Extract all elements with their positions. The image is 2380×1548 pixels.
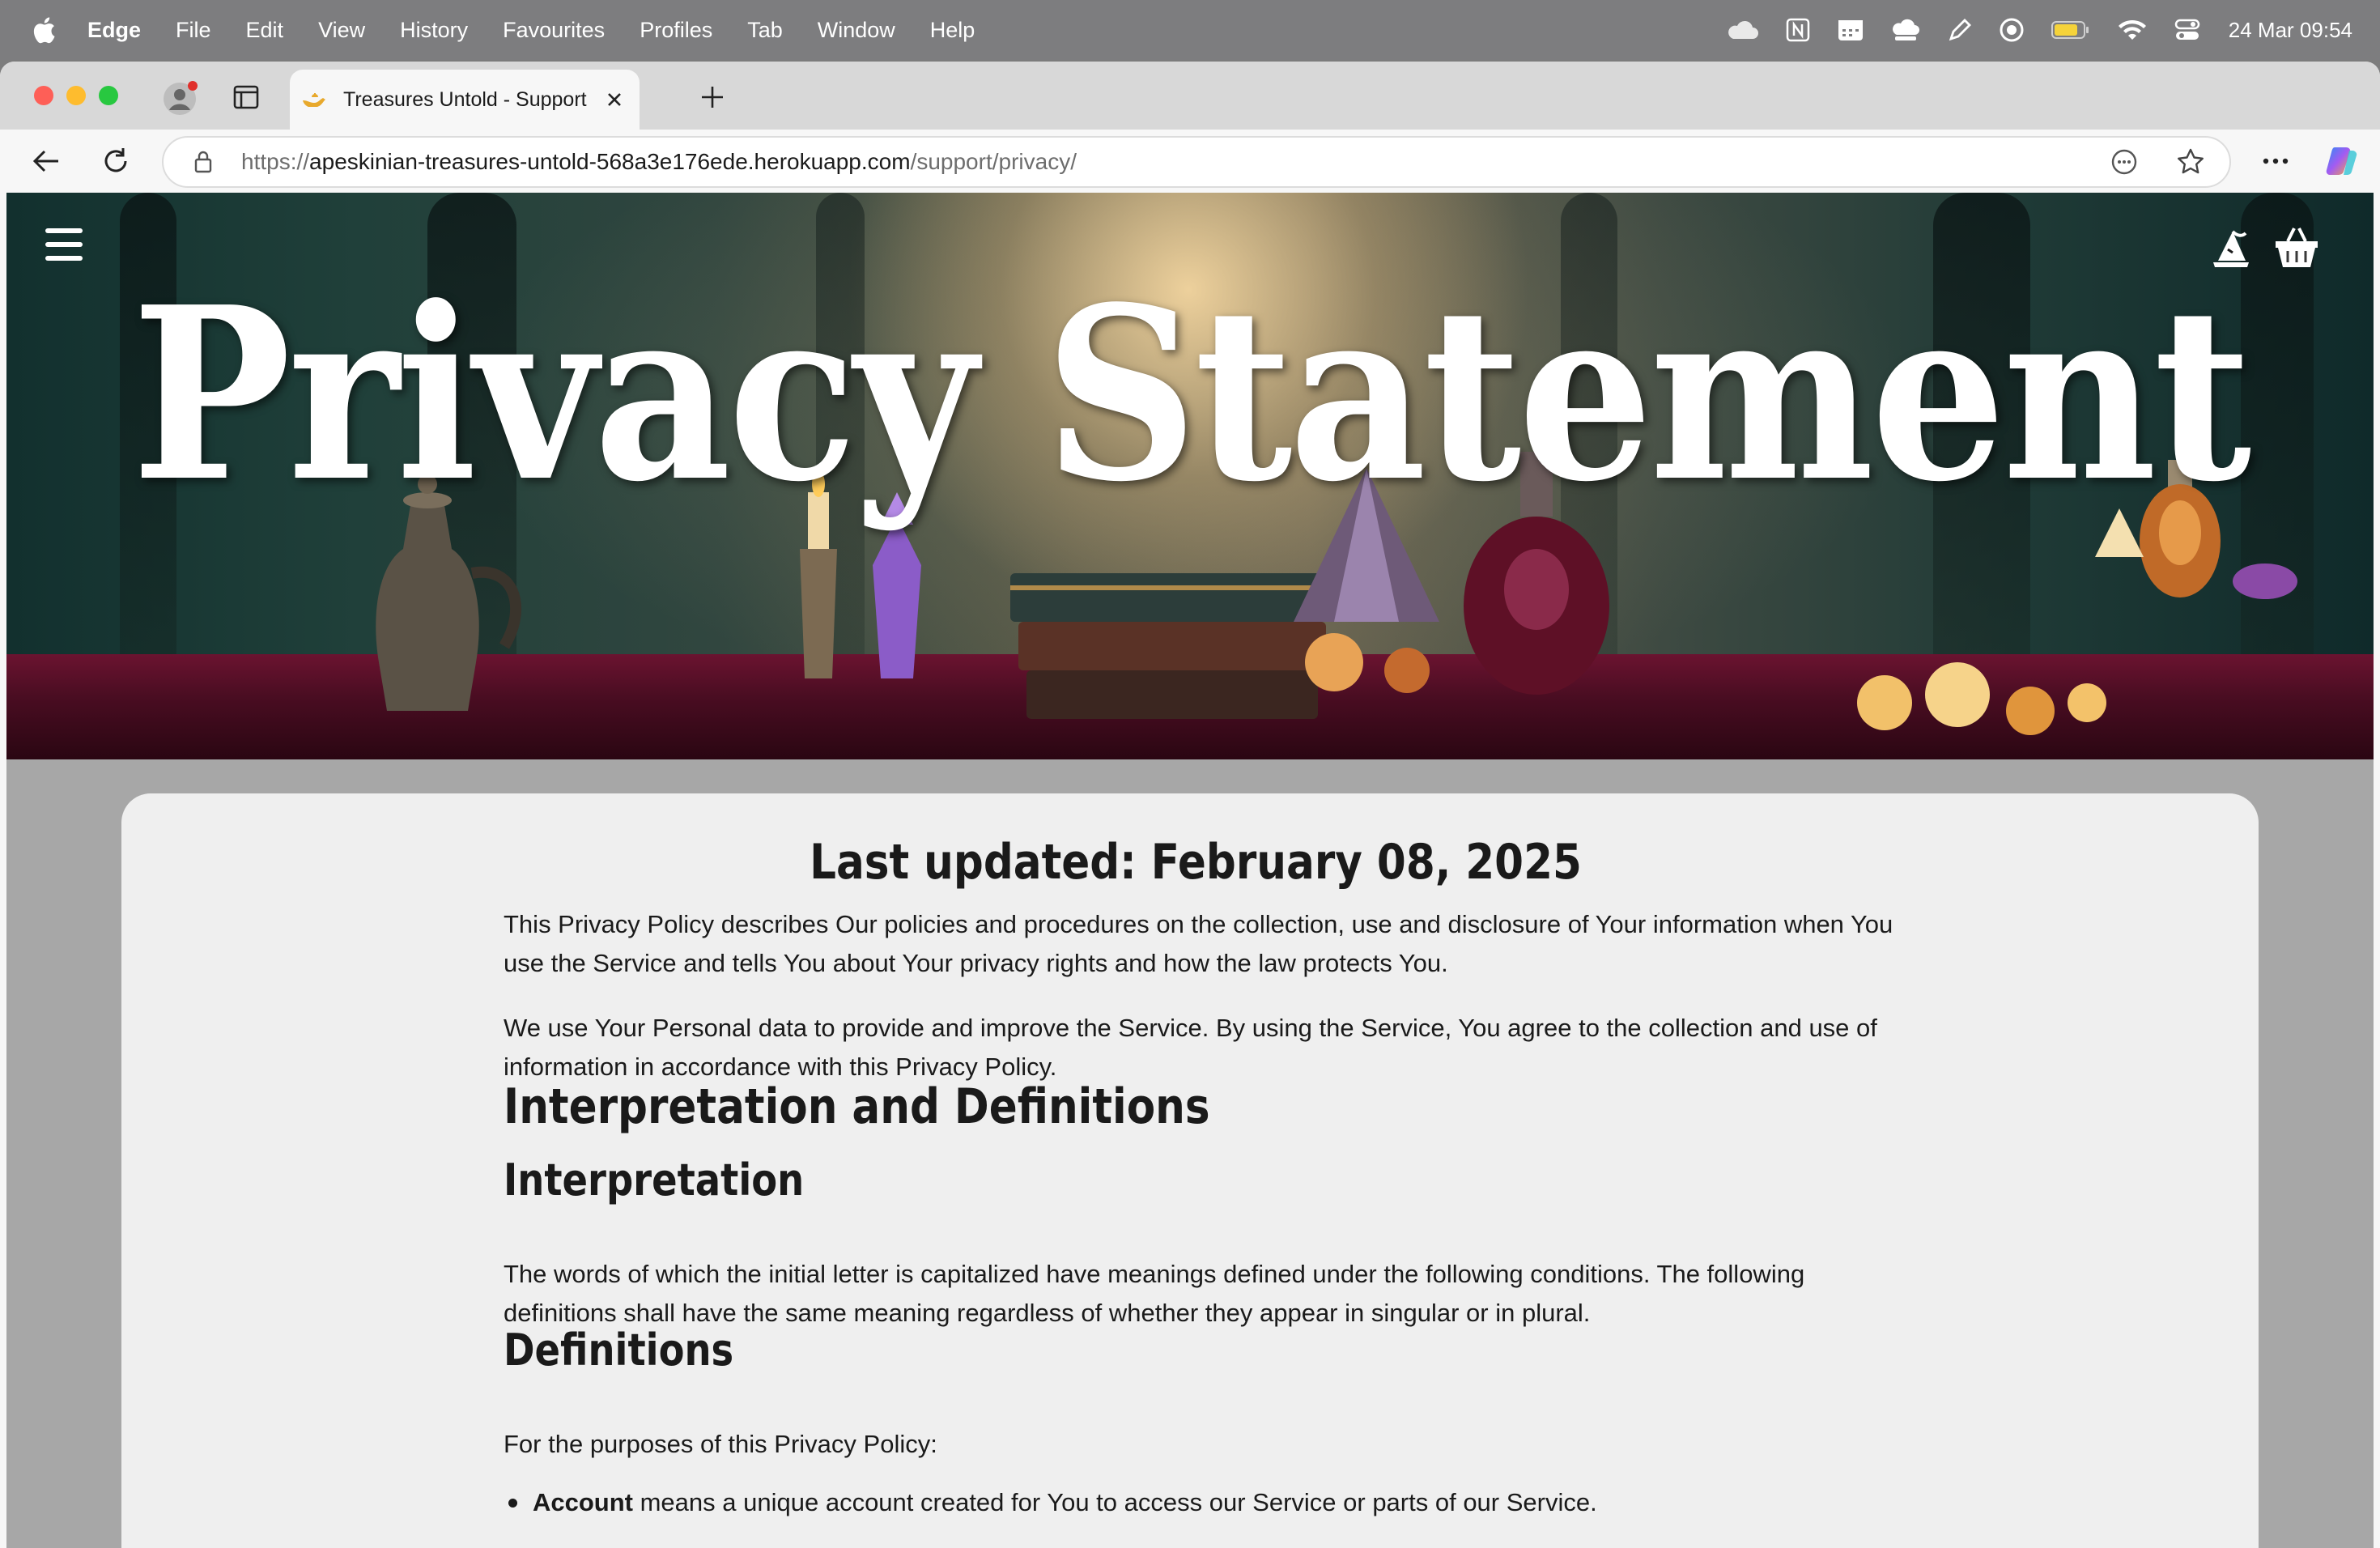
- menu-app-name[interactable]: Edge: [87, 18, 141, 43]
- tab-actions-icon[interactable]: [232, 83, 261, 112]
- more-options-icon[interactable]: [2259, 144, 2293, 178]
- menu-file[interactable]: File: [176, 18, 211, 43]
- intro-paragraph-2: We use Your Personal data to provide and…: [504, 1014, 1877, 1081]
- interpretation-heading: Interpretation: [504, 1155, 805, 1206]
- definition-text: means a unique account created for You t…: [633, 1488, 1597, 1516]
- icloud-icon[interactable]: [1725, 19, 1759, 40]
- profile-avatar-icon[interactable]: [162, 79, 199, 117]
- cloud-sync-icon[interactable]: [1890, 17, 1921, 43]
- bullet-dot: [508, 1499, 517, 1508]
- menu-profiles[interactable]: Profiles: [640, 18, 712, 43]
- menu-hamburger-icon[interactable]: [45, 228, 83, 261]
- pencil-icon[interactable]: [1947, 17, 1973, 43]
- menu-history[interactable]: History: [400, 18, 468, 43]
- macos-menu-bar: Edge File Edit View History Favourites P…: [0, 0, 2380, 60]
- tab-active[interactable]: Treasures Untold - Support: [290, 70, 640, 130]
- url-scheme: https://: [241, 149, 310, 174]
- hero-banner: Privacy Statement: [6, 193, 2374, 759]
- menu-edit[interactable]: Edit: [246, 18, 284, 43]
- notion-icon[interactable]: [1785, 17, 1811, 43]
- favourite-star-icon[interactable]: [2174, 146, 2207, 178]
- definitions-intro: For the purposes of this Privacy Policy:: [504, 1430, 937, 1458]
- reload-icon[interactable]: [99, 144, 133, 178]
- hero-title: Privacy Statement: [131, 254, 2252, 534]
- address-bar[interactable]: https://apeskinian-treasures-untold-568a…: [162, 136, 2231, 188]
- privacy-content-card: Last updated: February 08, 2025 This Pri…: [121, 793, 2259, 1548]
- last-updated-heading: Last updated: February 08, 2025: [810, 834, 1582, 891]
- intro-paragraph-1: This Privacy Policy describes Our polici…: [504, 910, 1893, 977]
- minimize-window-button[interactable]: [66, 86, 86, 105]
- menu-help[interactable]: Help: [930, 18, 975, 43]
- menubar-clock[interactable]: 24 Mar 09:54: [2229, 18, 2352, 43]
- page-viewport: Privacy Statement Last updated: February…: [6, 193, 2374, 1548]
- list-item: Account means a unique account created f…: [508, 1483, 1909, 1522]
- close-tab-icon[interactable]: [601, 86, 628, 113]
- back-icon[interactable]: [29, 144, 63, 178]
- close-window-button[interactable]: [34, 86, 53, 105]
- browser-toolbar: https://apeskinian-treasures-untold-568a…: [0, 130, 2380, 193]
- definitions-heading: Definitions: [504, 1325, 734, 1376]
- interpretation-paragraph: The words of which the initial letter is…: [504, 1260, 1805, 1327]
- menu-window[interactable]: Window: [818, 18, 895, 43]
- control-center-icon[interactable]: [2174, 18, 2201, 42]
- copilot-icon[interactable]: [2325, 144, 2359, 178]
- wifi-icon[interactable]: [2117, 18, 2148, 42]
- menu-favourites[interactable]: Favourites: [503, 18, 605, 43]
- screen-record-icon[interactable]: [1999, 17, 2025, 43]
- wizard-hat-account-icon[interactable]: [2210, 228, 2252, 270]
- url-path: /support/privacy/: [910, 149, 1077, 174]
- interpretation-definitions-heading: Interpretation and Definitions: [504, 1078, 1210, 1135]
- battery-icon[interactable]: [2051, 19, 2091, 40]
- definition-term: Account: [533, 1488, 633, 1516]
- lock-icon[interactable]: [191, 148, 215, 176]
- url-text[interactable]: https://apeskinian-treasures-untold-568a…: [241, 149, 1077, 175]
- browser-window: Treasures Untold - Support https://apesk…: [0, 62, 2380, 1548]
- menu-tab[interactable]: Tab: [747, 18, 783, 43]
- apple-icon[interactable]: [31, 15, 57, 45]
- calendar-icon[interactable]: [1837, 18, 1864, 42]
- url-host: apeskinian-treasures-untold-568a3e176ede…: [309, 149, 911, 174]
- zoom-window-button[interactable]: [99, 86, 118, 105]
- menu-view[interactable]: View: [318, 18, 365, 43]
- tab-title: Treasures Untold - Support: [343, 87, 587, 111]
- genie-lamp-favicon-icon: [300, 85, 329, 114]
- tab-strip: Treasures Untold - Support: [0, 62, 2380, 130]
- new-tab-icon[interactable]: [698, 83, 727, 112]
- shopping-basket-icon[interactable]: [2273, 225, 2320, 270]
- reader-view-icon[interactable]: [2108, 146, 2140, 178]
